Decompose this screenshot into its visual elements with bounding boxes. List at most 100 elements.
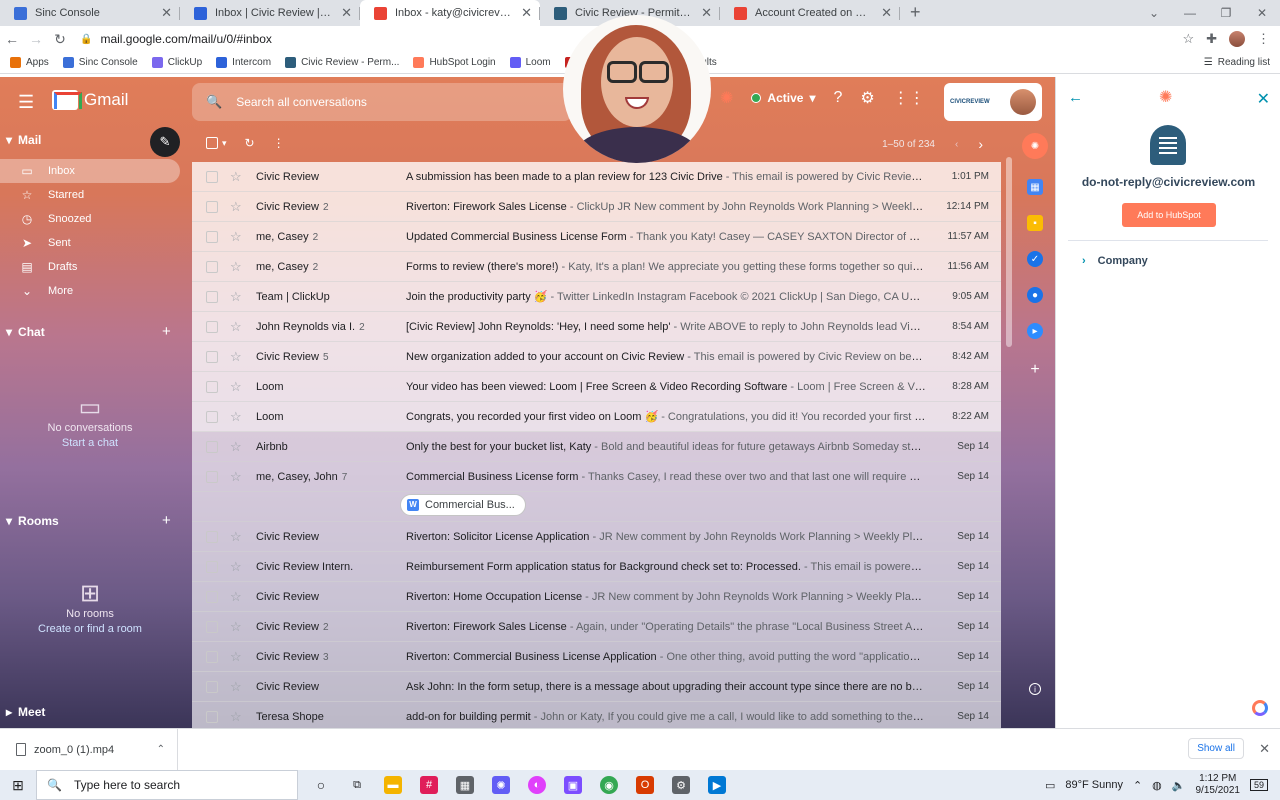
email-row[interactable]: ☆ John Reynolds via I. 2 [Civic Review] Joh… [192, 312, 1001, 342]
email-row[interactable]: ☆ Team | ClickUp Join the productivity par… [192, 282, 1001, 312]
row-checkbox[interactable] [206, 320, 218, 333]
row-checkbox[interactable] [206, 650, 218, 663]
next-page-icon[interactable]: › [978, 136, 983, 152]
chevron-up-icon[interactable]: ⌃ [157, 744, 165, 755]
tray-caret-icon[interactable]: ⌃ [1133, 779, 1142, 792]
minimize-icon[interactable]: — [1172, 6, 1208, 20]
email-row[interactable]: ☆ me, Casey 2 Forms to review (there's more… [192, 252, 1001, 282]
profile-avatar[interactable] [1229, 31, 1245, 47]
tab-close-icon[interactable]: ✕ [521, 5, 532, 21]
star-icon[interactable]: ☆ [230, 619, 246, 635]
reload-icon[interactable]: ↻ [48, 31, 72, 48]
main-menu-icon[interactable]: ☰ [18, 92, 34, 113]
search-icon[interactable]: 🔍 [206, 94, 222, 110]
email-row[interactable]: ☆ Civic Review 2 Riverton: Firework Sales L… [192, 612, 1001, 642]
weather-text[interactable]: 89°F Sunny [1065, 779, 1123, 791]
email-list-scrollbar[interactable] [1003, 77, 1015, 728]
taskbar-search-input[interactable] [73, 778, 274, 792]
settings-app-icon[interactable]: ⚙ [672, 776, 690, 794]
loom-icon[interactable]: ✺ [492, 776, 510, 794]
nav-item-starred[interactable]: ☆ Starred [0, 183, 180, 207]
email-row[interactable]: ☆ Civic Review A submission has been made … [192, 162, 1001, 192]
company-section-toggle[interactable]: › Company [1082, 255, 1148, 267]
email-row[interactable]: ☆ Civic Review Riverton: Home Occupation L… [192, 582, 1001, 612]
slack-icon[interactable]: # [420, 776, 438, 794]
forward-icon[interactable]: → [24, 31, 48, 47]
profile-menu-icon[interactable]: ⌄ [1136, 6, 1172, 20]
nav-item-snoozed[interactable]: ◷ Snoozed [0, 207, 180, 231]
bookmark-item[interactable]: HubSpot Login [413, 57, 496, 68]
email-row[interactable]: ☆ Loom Your video has been viewed: Loom | … [192, 372, 1001, 402]
start-chat-link[interactable]: Start a chat [0, 437, 180, 449]
back-icon[interactable]: ← [0, 31, 24, 47]
row-checkbox[interactable] [206, 560, 218, 573]
select-caret-icon[interactable]: ▾ [222, 138, 227, 149]
star-icon[interactable]: ☆ [230, 679, 246, 695]
row-checkbox[interactable] [206, 470, 218, 483]
window-close-icon[interactable]: ✕ [1244, 6, 1280, 20]
tab-close-icon[interactable]: ✕ [161, 5, 172, 21]
help-icon[interactable]: ? [833, 89, 842, 107]
reading-list-button[interactable]: ☰ Reading list [1204, 57, 1280, 68]
rooms-section-header[interactable]: ▾ Rooms [6, 514, 59, 528]
notifications-icon[interactable]: 59 [1249, 779, 1268, 791]
tab-close-icon[interactable]: ✕ [341, 5, 352, 21]
volume-icon[interactable]: 🔈 [1172, 779, 1186, 792]
email-row[interactable]: ☆ Civic Review Ask John: In the form setup… [192, 672, 1001, 702]
new-chat-plus-icon[interactable]: + [162, 323, 171, 340]
row-checkbox[interactable] [206, 350, 218, 363]
star-icon[interactable]: ☆ [230, 349, 246, 365]
close-download-bar-icon[interactable]: ✕ [1259, 741, 1270, 757]
cortana-icon[interactable]: ○ [312, 776, 330, 794]
select-all-checkbox[interactable] [206, 137, 218, 149]
calendar-icon[interactable]: ▦ [1027, 179, 1043, 195]
email-row[interactable]: ☆ Civic Review 3 Riverton: Commercial Busin… [192, 642, 1001, 672]
new-tab-button[interactable]: + [900, 0, 931, 26]
row-checkbox[interactable] [206, 680, 218, 693]
star-icon[interactable]: ☆ [230, 709, 246, 725]
star-icon[interactable]: ☆ [230, 169, 246, 185]
bookmark-item[interactable]: Civic Review - Perm... [285, 57, 399, 68]
row-checkbox[interactable] [206, 170, 218, 183]
taskbar-search[interactable]: 🔍 [36, 770, 298, 800]
scrollbar-thumb[interactable] [1006, 157, 1012, 347]
office-icon[interactable]: O [636, 776, 654, 794]
row-checkbox[interactable] [206, 380, 218, 393]
hubspot-sprocket-icon[interactable]: ✺ [720, 88, 733, 108]
row-checkbox[interactable] [206, 620, 218, 633]
meet-section-header[interactable]: ▸ Meet [6, 705, 45, 719]
star-icon[interactable]: ☆ [230, 439, 246, 455]
info-icon[interactable]: i [1029, 683, 1041, 695]
chrome-icon[interactable]: ◉ [600, 776, 618, 794]
star-icon[interactable]: ☆ [230, 379, 246, 395]
bookmark-item[interactable]: Apps [10, 57, 49, 68]
row-checkbox[interactable] [206, 530, 218, 543]
row-checkbox[interactable] [206, 290, 218, 303]
star-icon[interactable]: ☆ [230, 289, 246, 305]
email-row[interactable]: ☆ Civic Review 5 New organization added to … [192, 342, 1001, 372]
back-arrow-icon[interactable]: ← [1068, 89, 1083, 106]
browser-tab[interactable]: Sinc Console ✕ [0, 0, 180, 26]
bookmark-item[interactable]: Intercom [216, 57, 271, 68]
prev-page-icon[interactable]: ‹ [955, 139, 958, 150]
browser-tab[interactable]: Inbox | Civic Review | Intercom✕ [180, 0, 360, 26]
status-dropdown[interactable]: Active ▾ [751, 91, 815, 105]
row-checkbox[interactable] [206, 410, 218, 423]
email-row[interactable]: ☆ Teresa Shope add-on for building permit … [192, 702, 1001, 728]
nav-item-sent[interactable]: ➤ Sent [0, 231, 180, 255]
weather-icon[interactable]: ▭ [1045, 779, 1055, 792]
download-item[interactable]: zoom_0 (1).mp4 ⌃ [0, 728, 178, 771]
star-icon[interactable]: ☆ [230, 199, 246, 215]
windows-start-icon[interactable]: ⊞ [0, 777, 36, 794]
network-icon[interactable]: ◍ [1152, 779, 1162, 792]
keep-icon[interactable]: ▪ [1027, 215, 1043, 231]
email-row[interactable]: ☆ Airbnb Only the best for your bucket lis… [192, 432, 1001, 462]
bookmark-item[interactable]: ClickUp [151, 57, 202, 68]
gmail-logo[interactable]: Gmail [52, 90, 128, 110]
calculator-icon[interactable]: ▦ [456, 776, 474, 794]
chat-section-header[interactable]: ▾ Chat [6, 325, 45, 339]
apps-grid-icon[interactable]: ⋮⋮ [893, 88, 925, 108]
compose-button[interactable]: ✎ [150, 127, 180, 157]
webcam-overlay[interactable] [563, 15, 711, 163]
refresh-icon[interactable]: ↻ [245, 136, 255, 150]
